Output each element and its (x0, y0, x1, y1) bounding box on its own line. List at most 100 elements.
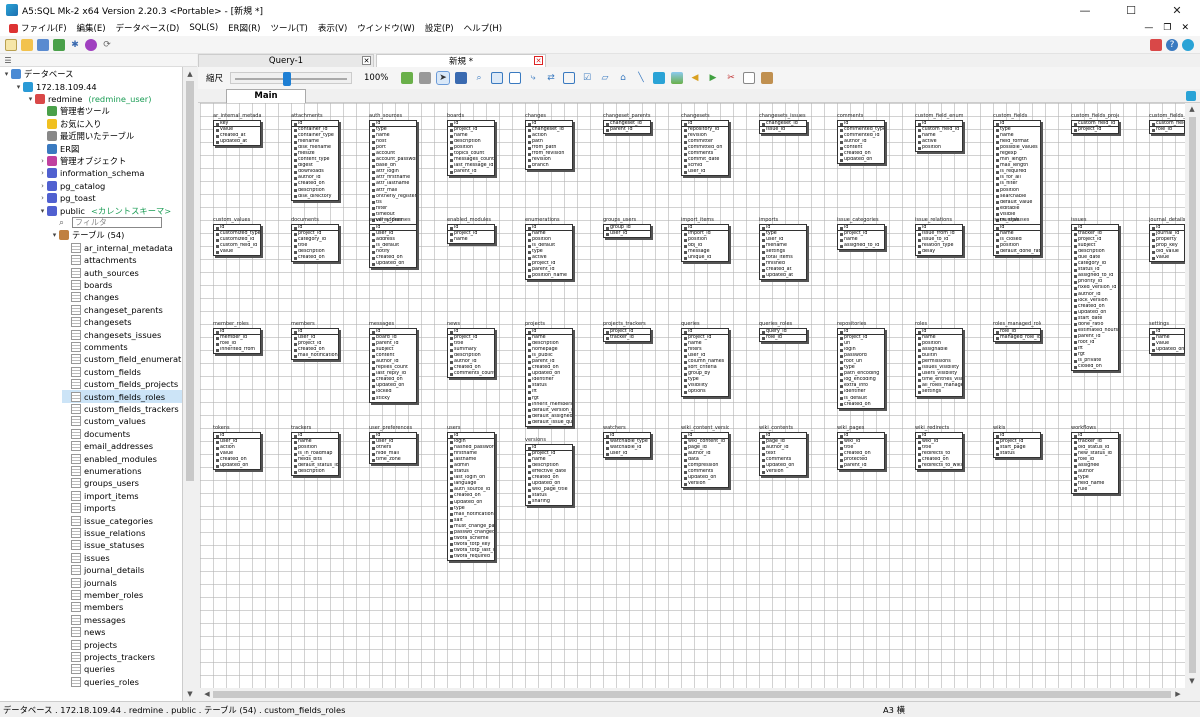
copy-icon[interactable] (743, 72, 755, 84)
tree-item[interactable]: ar_internal_metadata (62, 242, 173, 254)
chevron-down-icon[interactable]: ▾ (2, 70, 11, 78)
sync-icon[interactable]: ⟳ (101, 39, 113, 51)
er-entity[interactable]: changes id changeset_id action path from_path… (525, 113, 573, 171)
image-icon[interactable] (671, 72, 683, 84)
er-entity[interactable]: watchers id watchable_type watchable_id user… (603, 425, 651, 459)
chevron-right-icon[interactable]: › (38, 194, 47, 202)
fill-color-icon[interactable] (653, 72, 665, 84)
er-entity[interactable]: attachments id container_id container_type f… (291, 113, 339, 201)
er-entity-box[interactable]: id watchable_type watchable_id user_id (603, 432, 651, 459)
er-entity-box[interactable]: custom_field_idrole_id (1149, 120, 1185, 135)
er-entity[interactable]: changesets_issues changeset_id issue_id (759, 113, 807, 135)
er-entity-box[interactable]: id login hashed_password firstname lastname a… (447, 432, 495, 561)
er-entity[interactable]: comments id commented_type commented_id auth… (837, 113, 885, 165)
menu-sql[interactable]: SQL(S) (184, 23, 223, 33)
tree-item[interactable]: issue_statuses (62, 539, 144, 551)
er-entity[interactable]: changeset_parents changeset_id parent_id (603, 113, 651, 135)
er-entity-box[interactable]: id tracker_id project_id subject description… (1071, 224, 1119, 372)
er-entity[interactable]: ar_internal_metadatakeyvaluecreated_atup… (213, 113, 261, 147)
scroll-up-arrow-icon[interactable]: ▲ (1185, 103, 1199, 116)
print-icon[interactable] (419, 72, 431, 84)
tree-item[interactable]: boards (62, 279, 112, 291)
menu-database[interactable]: データベース(D) (111, 22, 185, 34)
er-entity[interactable]: issues id tracker_id project_id subject descr… (1071, 217, 1119, 372)
er-entity-box[interactable]: id project_id name description position topic… (447, 120, 495, 177)
tree-item[interactable]: ▾ public <カレントスキーマ> (38, 204, 171, 216)
close-button[interactable]: ✕ (1154, 0, 1200, 20)
tree-item[interactable]: email_addresses (62, 440, 153, 452)
tab-er-new[interactable]: 新規 * ✕ (376, 54, 546, 67)
tree-item[interactable]: ER図 (38, 142, 79, 154)
plugin-icon[interactable] (85, 38, 97, 51)
tree-item[interactable]: custom_fields_roles (62, 390, 182, 403)
options-icon[interactable] (1150, 38, 1162, 51)
er-entity[interactable]: groups_users group_id user_id (603, 217, 651, 239)
view-icon[interactable] (563, 72, 575, 84)
globe-icon[interactable] (1182, 38, 1194, 51)
zoom-slider-knob[interactable] (283, 72, 292, 86)
tree-item[interactable]: changes (62, 291, 119, 303)
tree-item[interactable]: projects_trackers (62, 651, 155, 663)
er-entity[interactable]: changesets id repository_id revision committ… (681, 113, 729, 177)
er-entity-box[interactable]: key value created_at updated_at (213, 120, 261, 147)
er-entity[interactable]: custom_field_enumerationsidcustom_field_… (915, 113, 963, 153)
er-entity[interactable]: wiki_redirects id wiki_id title redirects_to… (915, 425, 963, 471)
tree-filter-row[interactable]: ⌕ フィルタ (50, 217, 162, 229)
er-entity[interactable]: member_roles id member_id role_id inherited_… (213, 321, 261, 355)
er-entity-box[interactable]: id wiki_id title redirects_to created_on redi… (915, 432, 963, 471)
tree-item[interactable]: enabled_modules (62, 452, 157, 464)
comment-icon[interactable]: ▱ (599, 72, 611, 84)
mdi-restore-button[interactable]: ❐ (1158, 23, 1176, 33)
mdi-close-button[interactable]: ✕ (1176, 23, 1194, 33)
chevron-down-icon[interactable]: ▾ (14, 83, 23, 91)
er-entity[interactable]: auth_sources id type name host port account acc… (369, 113, 417, 225)
er-entity-box[interactable]: id member_id role_id inherited_from (213, 328, 261, 355)
menu-view[interactable]: 表示(V) (313, 22, 352, 34)
er-entity-box[interactable]: changeset_id issue_id (759, 120, 807, 135)
tree-item[interactable]: enumerations (62, 465, 142, 477)
er-entity-box[interactable]: id name description homepage is_public parent… (525, 328, 573, 427)
er-entity[interactable]: issue_categories id project_id name assigned… (837, 217, 885, 251)
tree-item[interactable]: › pg_toast (38, 192, 96, 204)
er-entity-box[interactable]: id custom_field_id name active position (915, 120, 963, 153)
add-entity-icon[interactable] (491, 72, 503, 84)
er-entity[interactable]: workflows id tracker_id old_status_id new_st… (1071, 425, 1119, 495)
tree-item[interactable]: member_roles (62, 589, 143, 601)
tree-item[interactable]: attachments (62, 254, 137, 266)
check-icon[interactable]: ☑ (581, 72, 593, 84)
close-tab-icon[interactable]: ✕ (362, 56, 371, 65)
er-entity[interactable]: documents id project_id category_id title des… (291, 217, 339, 263)
er-entity-box[interactable]: id wiki_content_id page_id author_id data com… (681, 432, 729, 489)
add-entity-alt-icon[interactable] (509, 72, 521, 84)
tree-item[interactable]: issues (62, 552, 110, 564)
tree-item[interactable]: ▾ データベース (2, 68, 73, 80)
new-file-icon[interactable] (5, 38, 17, 51)
tree-item[interactable]: journals (62, 576, 117, 588)
er-entity[interactable]: email_addresses id user_id address is_defaul… (369, 217, 417, 269)
er-entity[interactable]: boards id project_id name description positio… (447, 113, 495, 177)
er-entity[interactable]: roles_managed_roles role_id managed_role_i… (993, 321, 1041, 343)
tree-item[interactable]: custom_fields (62, 366, 141, 378)
er-entity[interactable]: trackers id name position is_in_roadmap field… (291, 425, 339, 477)
er-entity-box[interactable]: custom_field_id project_id (1071, 120, 1119, 135)
chevron-down-icon[interactable]: ▾ (26, 95, 35, 103)
tree-filter-input[interactable]: フィルタ (72, 217, 162, 229)
er-entity-box[interactable]: id page_id author_id text comments updated_on… (759, 432, 807, 477)
er-entity-box[interactable]: id issue_from_id issue_to_id relation_type d… (915, 224, 963, 257)
scroll-left-arrow-icon[interactable]: ◀ (200, 688, 214, 701)
tree-vertical-scrollbar[interactable]: ▲ ▼ (183, 67, 197, 701)
tree-item[interactable]: ▾ redmine (redmine_user) (26, 93, 151, 105)
relation-icon[interactable]: ⤷ (527, 72, 539, 84)
menu-window[interactable]: ウインドウ(W) (352, 22, 420, 34)
tree-item[interactable]: ▾ テーブル (54) (50, 229, 124, 241)
tree-item[interactable]: imports (62, 502, 116, 514)
chevron-down-icon[interactable]: ▾ (50, 231, 59, 239)
er-entity[interactable]: issue_relations id issue_from_id issue_to_i… (915, 217, 963, 257)
er-entity[interactable]: custom_fields_projectscustom_field_idpro… (1071, 113, 1119, 135)
select-pointer-icon[interactable]: ➤ (436, 71, 450, 85)
minimize-button[interactable]: — (1062, 0, 1108, 20)
er-entity-box[interactable]: id name value updated_on (1149, 328, 1185, 355)
tree-item[interactable]: ▾ 172.18.109.44 (14, 80, 97, 92)
er-entity-box[interactable]: id repository_id revision committer committe… (681, 120, 729, 177)
er-entity-box[interactable]: id import_id position obj_id message unique_i… (681, 224, 729, 263)
